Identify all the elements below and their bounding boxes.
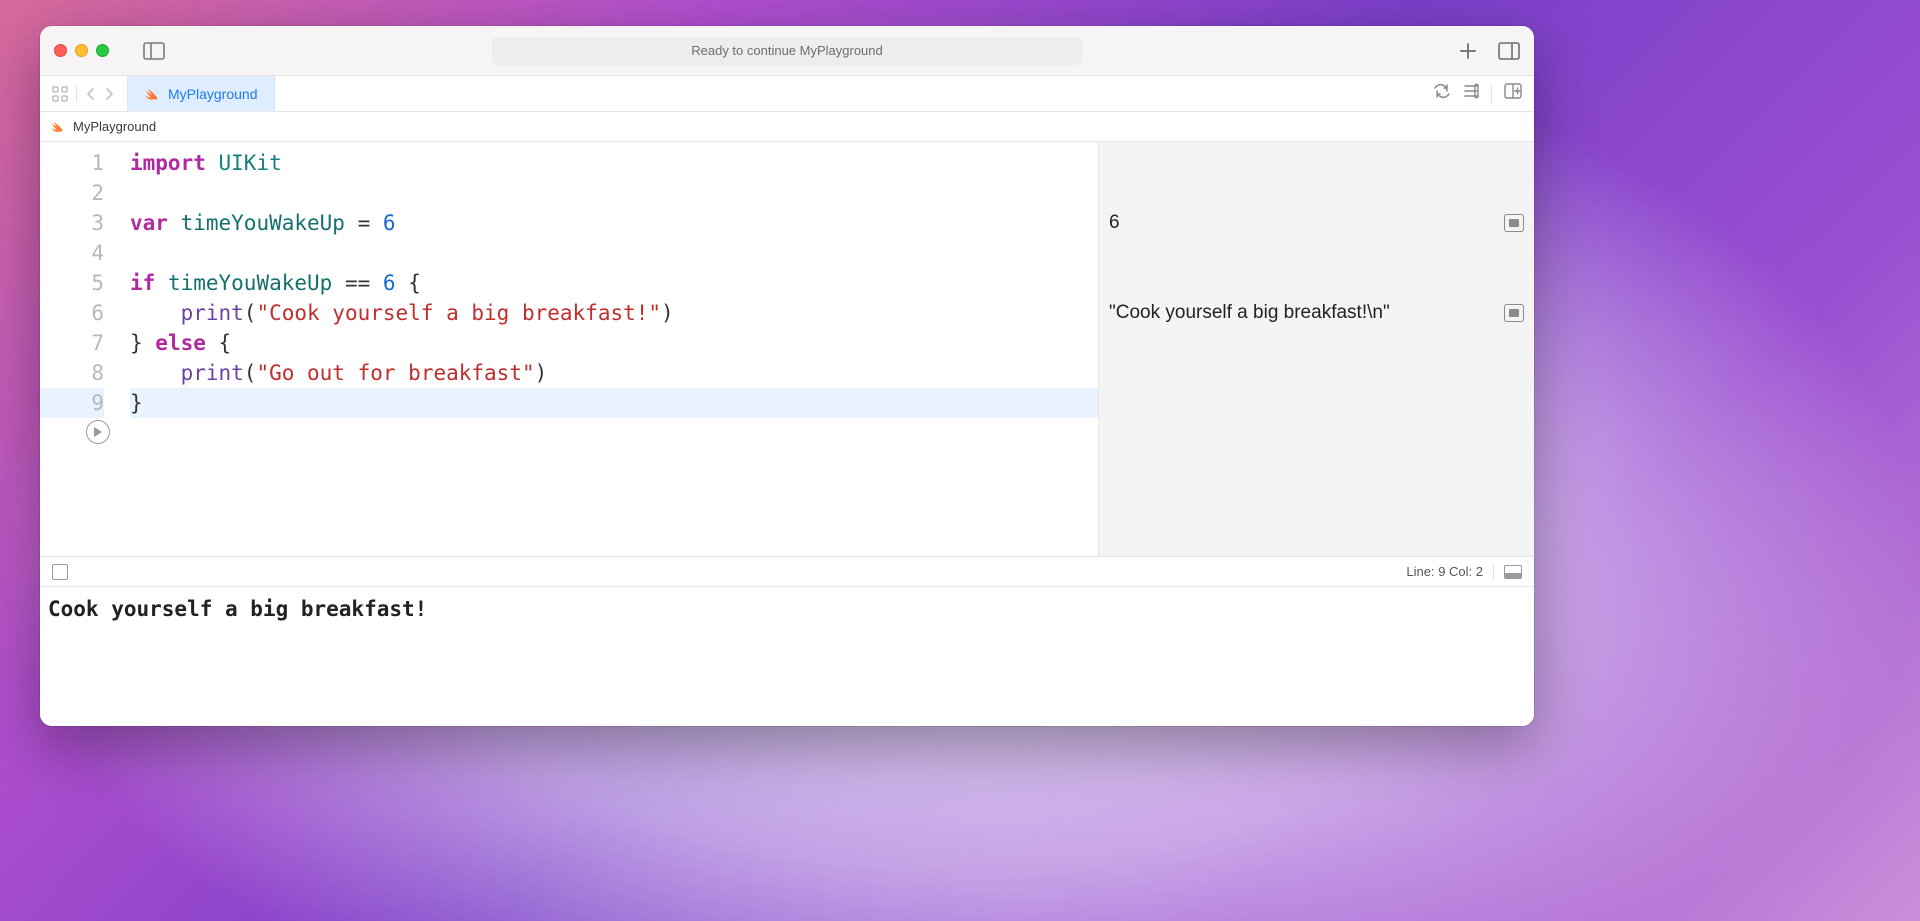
swift-file-icon xyxy=(144,86,160,102)
jump-bar-label: MyPlayground xyxy=(73,119,156,134)
debug-status-bar: Line: 9 Col: 2 xyxy=(40,556,1534,586)
tab-myplayground[interactable]: MyPlayground xyxy=(128,76,275,111)
cursor-position: Line: 9 Col: 2 xyxy=(1406,564,1483,579)
quicklook-icon[interactable] xyxy=(1504,304,1524,322)
line-number: 1 xyxy=(40,148,104,178)
line-number: 8 xyxy=(40,358,104,388)
adjust-editor-options-icon[interactable] xyxy=(1463,83,1479,104)
run-playground-button[interactable] xyxy=(86,420,110,444)
line-number: 2 xyxy=(40,178,104,208)
quicklook-icon[interactable] xyxy=(1504,214,1524,232)
toggle-debug-area-icon[interactable] xyxy=(1504,565,1522,579)
titlebar: Ready to continue MyPlayground xyxy=(40,26,1534,76)
nav-forward-button[interactable] xyxy=(103,87,115,101)
minimize-window-button[interactable] xyxy=(75,44,88,57)
library-panel-button[interactable] xyxy=(1498,42,1520,60)
result-row[interactable]: 6 xyxy=(1109,208,1524,238)
tab-label: MyPlayground xyxy=(168,86,258,102)
result-text: "Cook yourself a big breakfast!\n" xyxy=(1109,302,1504,324)
code-line[interactable]: var timeYouWakeUp = 6 xyxy=(130,208,1098,238)
result-text: 6 xyxy=(1109,212,1504,234)
results-sidebar: 6 "Cook yourself a big breakfast!\n" xyxy=(1098,142,1534,556)
code-line[interactable]: } else { xyxy=(130,328,1098,358)
line-number: 7 xyxy=(40,328,104,358)
activity-status-text: Ready to continue MyPlayground xyxy=(691,43,883,58)
line-number: 5 xyxy=(40,268,104,298)
swift-file-icon xyxy=(50,119,65,134)
tab-bar: MyPlayground xyxy=(40,76,1534,112)
code-line[interactable]: print("Cook yourself a big breakfast!") xyxy=(130,298,1098,328)
add-button[interactable] xyxy=(1458,41,1478,61)
related-items-icon[interactable] xyxy=(52,86,68,102)
result-row[interactable]: "Cook yourself a big breakfast!\n" xyxy=(1109,298,1524,328)
refresh-icon[interactable] xyxy=(1433,83,1451,104)
code-line[interactable]: import UIKit xyxy=(130,148,1098,178)
breakpoint-toggle-icon[interactable] xyxy=(52,564,68,580)
xcode-window: Ready to continue MyPlayground xyxy=(40,26,1534,726)
toggle-navigator-button[interactable] xyxy=(143,42,165,60)
activity-status: Ready to continue MyPlayground xyxy=(492,37,1082,65)
code-line[interactable] xyxy=(130,178,1098,208)
close-window-button[interactable] xyxy=(54,44,67,57)
console-text: Cook yourself a big breakfast! xyxy=(48,597,427,621)
code-editor[interactable]: 123456789 import UIKit var timeYouWakeUp… xyxy=(40,142,1098,556)
jump-bar[interactable]: MyPlayground xyxy=(40,112,1534,142)
add-editor-icon[interactable] xyxy=(1504,83,1522,104)
zoom-window-button[interactable] xyxy=(96,44,109,57)
code-line[interactable]: } xyxy=(130,388,1098,418)
line-number: 6 xyxy=(40,298,104,328)
nav-back-button[interactable] xyxy=(85,87,97,101)
line-number: 3 xyxy=(40,208,104,238)
editor-area: 123456789 import UIKit var timeYouWakeUp… xyxy=(40,142,1534,556)
line-number: 4 xyxy=(40,238,104,268)
code-line[interactable]: print("Go out for breakfast") xyxy=(130,358,1098,388)
console-output[interactable]: Cook yourself a big breakfast! xyxy=(40,586,1534,726)
line-number: 9 xyxy=(40,388,104,418)
window-controls xyxy=(54,44,109,57)
code-line[interactable] xyxy=(130,238,1098,268)
code-line[interactable]: if timeYouWakeUp == 6 { xyxy=(130,268,1098,298)
